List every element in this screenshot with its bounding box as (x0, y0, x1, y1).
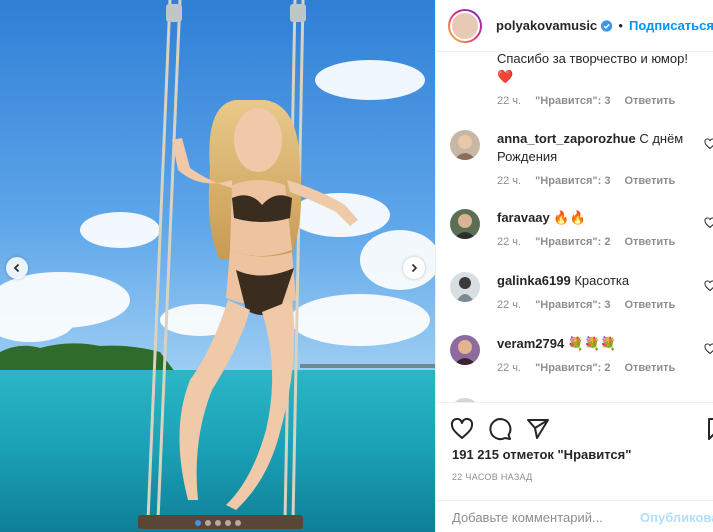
prev-photo-button[interactable] (6, 257, 28, 279)
commenter-avatar[interactable] (450, 209, 480, 239)
post-photo[interactable] (0, 0, 435, 532)
heart-icon[interactable] (450, 417, 474, 441)
comment-likes[interactable]: "Нравится": 3 (535, 175, 610, 187)
comment-item: galinka6199 Красотка 22 ч. "Нравится": 3… (450, 272, 713, 311)
instagram-post: polyakovamusic • Подписаться Спасибо за … (0, 0, 713, 532)
comment-text: galinka6199 Красотка (497, 273, 630, 288)
post-timestamp[interactable]: 22 ЧАСОВ НАЗАД (452, 472, 533, 482)
comment-text: Спасибо за творчество и юмор! ❤️ (497, 52, 688, 84)
comment-time[interactable]: 22 ч. (497, 95, 521, 107)
carousel-dot (204, 520, 211, 526)
comment-like-icon[interactable] (704, 217, 713, 229)
share-icon[interactable] (526, 417, 550, 441)
reply-button[interactable]: Ответить (624, 299, 675, 311)
comment-meta: 22 ч. "Нравится": 2 Ответить (497, 362, 713, 374)
comment-text: veram2794 💐💐💐 (497, 336, 617, 351)
author-avatar[interactable] (448, 8, 482, 43)
post-side-panel: polyakovamusic • Подписаться Спасибо за … (435, 0, 713, 532)
reply-button[interactable]: Ответить (624, 95, 675, 107)
bookmark-icon[interactable] (704, 417, 713, 441)
follow-button[interactable]: Подписаться (629, 18, 713, 33)
carousel-dot (214, 520, 221, 526)
carousel-indicator (0, 520, 435, 526)
comment-likes[interactable]: "Нравится": 3 (535, 299, 610, 311)
commenter-avatar[interactable] (450, 272, 480, 302)
chevron-right-icon (411, 263, 418, 273)
comment-like-icon[interactable] (704, 138, 713, 150)
likes-count[interactable]: 191 215 отметок "Нравится" (452, 447, 631, 462)
comment-meta: 22 ч. "Нравится": 2 Ответить (497, 236, 713, 248)
author-username[interactable]: polyakovamusic (496, 18, 597, 33)
carousel-dot (224, 520, 231, 526)
heart-emoji: ❤️ (497, 69, 514, 84)
comment-likes[interactable]: "Нравится": 2 (535, 362, 610, 374)
reply-button[interactable]: Ответить (624, 362, 675, 374)
post-actions: 191 215 отметок "Нравится" 22 ЧАСОВ НАЗА… (436, 402, 713, 532)
post-header: polyakovamusic • Подписаться (436, 0, 713, 52)
comments-list[interactable]: Спасибо за творчество и юмор! ❤️ 22 ч. "… (436, 52, 713, 402)
comment-item: faravaay 🔥🔥 22 ч. "Нравится": 2 Ответить (450, 209, 713, 248)
comment-item: anna_tort_zaporozhue С днём Рождения 22 … (450, 130, 713, 187)
publish-button[interactable]: Опубликовать (640, 510, 713, 525)
commenter-avatar[interactable] (450, 335, 480, 365)
commenter-username[interactable]: anna_tort_zaporozhue (497, 131, 636, 146)
comment-likes[interactable]: "Нравится": 3 (535, 95, 610, 107)
commenter-avatar[interactable] (450, 130, 480, 160)
chevron-left-icon (13, 263, 20, 273)
comment-time[interactable]: 22 ч. (497, 362, 521, 374)
comment-like-icon[interactable] (704, 280, 713, 292)
comment-like-icon[interactable] (704, 343, 713, 355)
comment-item: veram2794 💐💐💐 22 ч. "Нравится": 2 Ответи… (450, 335, 713, 374)
comment-time[interactable]: 22 ч. (497, 236, 521, 248)
carousel-dot (234, 520, 241, 526)
comment-time[interactable]: 22 ч. (497, 299, 521, 311)
comment-text: anna_tort_zaporozhue С днём Рождения (497, 131, 684, 164)
photo-scene (0, 0, 435, 532)
comment-input[interactable] (452, 509, 632, 525)
verified-icon (601, 19, 613, 32)
carousel-dot (194, 520, 201, 526)
add-comment-bar: Опубликовать (436, 500, 713, 532)
commenter-username[interactable]: veram2794 (497, 336, 564, 351)
reply-button[interactable]: Ответить (624, 236, 675, 248)
comment-text: faravaay 🔥🔥 (497, 210, 586, 225)
separator-dot: • (618, 18, 623, 33)
commenter-username[interactable]: galinka6199 (497, 273, 571, 288)
comment-icon[interactable] (488, 417, 512, 441)
commenter-username[interactable]: faravaay (497, 210, 550, 225)
comment-item: Спасибо за творчество и юмор! ❤️ 22 ч. "… (450, 52, 713, 107)
comment-time[interactable]: 22 ч. (497, 175, 521, 187)
comment-likes[interactable]: "Нравится": 2 (535, 236, 610, 248)
comment-meta: 22 ч. "Нравится": 3 Ответить (497, 175, 713, 187)
next-photo-button[interactable] (403, 257, 425, 279)
reply-button[interactable]: Ответить (624, 175, 675, 187)
comment-meta: 22 ч. "Нравится": 3 Ответить (497, 299, 713, 311)
action-icons (450, 417, 550, 441)
comment-meta: 22 ч. "Нравится": 3 Ответить (497, 95, 713, 107)
